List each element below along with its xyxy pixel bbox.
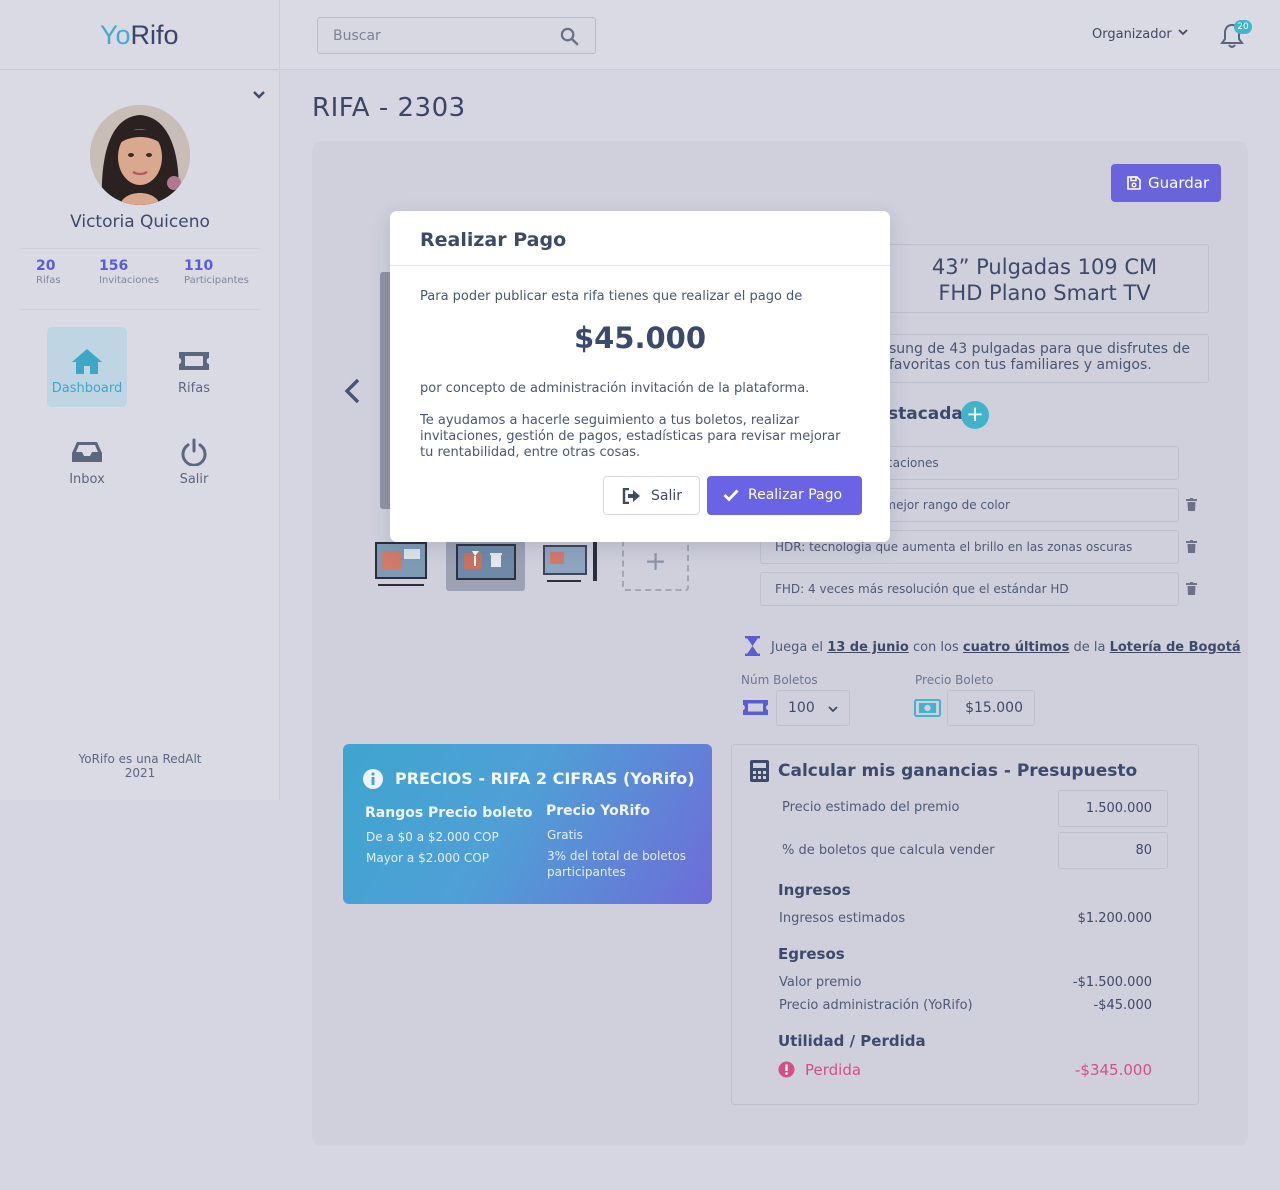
modal-title: Realizar Pago (420, 229, 567, 251)
chevron-left-icon[interactable] (343, 378, 363, 404)
chevron-down-icon (1178, 29, 1188, 36)
loss-value: -$345.000 (1075, 1061, 1152, 1079)
draw-digits-link[interactable]: cuatro últimos (963, 640, 1069, 655)
info-icon (363, 769, 383, 789)
num-tickets-label: Núm Boletos (741, 673, 818, 687)
calculator-icon (750, 760, 769, 782)
power-icon (181, 438, 207, 466)
save-icon (1127, 176, 1141, 190)
result-heading: Utilidad / Perdida (778, 1032, 926, 1050)
feature-item[interactable]: FHD: 4 veces más resolución que el están… (760, 572, 1179, 606)
save-button[interactable]: Guardar (1111, 164, 1221, 202)
notification-badge: 20 (1234, 20, 1252, 34)
stat-rifas: 20 Rifas (36, 258, 61, 286)
ticket-price-input[interactable]: $15.000 (947, 690, 1035, 726)
hourglass-icon (745, 636, 760, 656)
search-box (317, 17, 596, 54)
top-bar: YoRifo Organizador 20 (0, 0, 1280, 70)
income-heading: Ingresos (778, 881, 851, 899)
income-value: $1.200.000 (1077, 911, 1152, 926)
sign-out-icon (622, 488, 640, 504)
prize-description-field[interactable]: sung de 43 pulgadas para que disfrutes d… (880, 334, 1209, 383)
logo-area: YoRifo (0, 0, 280, 70)
add-feature-button[interactable]: + (961, 401, 989, 429)
prize-thumbnail[interactable] (541, 537, 599, 589)
payment-modal: Realizar Pago Para poder publicar esta r… (390, 211, 890, 542)
ticket-icon (179, 352, 209, 370)
loss-label: Perdida (805, 1061, 862, 1079)
trash-icon[interactable] (1186, 582, 1197, 595)
add-image-button[interactable]: + (622, 535, 689, 591)
prize-thumbnail[interactable] (372, 537, 430, 589)
role-dropdown[interactable]: Organizador (1092, 27, 1188, 42)
search-input[interactable] (318, 18, 553, 53)
chevron-down-icon[interactable] (252, 89, 266, 101)
page-title: RIFA - 2303 (312, 93, 466, 123)
nav-salir[interactable]: Salir (154, 418, 234, 498)
prize-thumbnail-selected[interactable] (446, 537, 525, 591)
exit-button[interactable]: Salir (603, 476, 700, 515)
draw-date-link[interactable]: 13 de junio (827, 640, 909, 655)
trash-icon[interactable] (1186, 498, 1197, 511)
admin-fee-value: -$45.000 (1093, 998, 1152, 1013)
search-icon[interactable] (560, 27, 579, 46)
chevron-down-icon (828, 706, 838, 713)
stat-invitaciones: 156 Invitaciones (99, 258, 160, 286)
prize-value-input[interactable]: 1.500.000 (1058, 790, 1168, 827)
money-icon (914, 699, 941, 717)
alert-icon (778, 1061, 795, 1078)
prize-title-field[interactable]: 43” Pulgadas 109 CM FHD Plano Smart TV (880, 244, 1209, 313)
sidebar-footer: YoRifo es una RedAlt 2021 (78, 752, 202, 780)
user-stats: 20 Rifas 156 Invitaciones 110 Participan… (20, 248, 260, 310)
home-icon (72, 349, 102, 374)
sidebar: Victoria Quiceno 20 Rifas 156 Invitacion… (0, 71, 280, 800)
lottery-link[interactable]: Lotería de Bogotá (1110, 640, 1241, 655)
avatar[interactable] (90, 105, 190, 205)
ticket-icon (743, 700, 768, 715)
num-tickets-select[interactable]: 100 (776, 690, 850, 726)
nav-rifas[interactable]: Rifas (154, 327, 234, 407)
pricing-col-price: Precio YoRifo (546, 803, 651, 819)
inbox-icon (72, 442, 102, 462)
modal-body-text: Te ayudamos a hacerle seguimiento a tus … (420, 413, 841, 460)
pay-button[interactable]: Realizar Pago (707, 476, 862, 515)
pricing-info-panel: PRECIOS - RIFA 2 CIFRAS (YoRifo) Rangos … (343, 744, 712, 904)
calculator-title: Calcular mis ganancias - Presupuesto (778, 761, 1138, 781)
ticket-price-label: Precio Boleto (915, 673, 994, 687)
draw-info: Juega el 13 de junio con los cuatro últi… (744, 636, 1241, 656)
pricing-col-ranges: Rangos Precio boleto (365, 805, 533, 821)
logo[interactable]: YoRifo (100, 20, 179, 51)
nav-dashboard[interactable]: Dashboard (47, 327, 127, 407)
stat-participantes: 110 Participantes (184, 258, 249, 286)
nav-inbox[interactable]: Inbox (47, 418, 127, 498)
modal-divider (390, 265, 890, 266)
expense-heading: Egresos (778, 945, 845, 963)
percent-sold-input[interactable]: 80 (1058, 832, 1168, 869)
prize-expense-value: -$1.500.000 (1072, 975, 1152, 990)
user-name: Victoria Quiceno (70, 212, 210, 232)
check-icon (723, 489, 739, 502)
trash-icon[interactable] (1186, 540, 1197, 553)
pricing-title: PRECIOS - RIFA 2 CIFRAS (YoRifo) (395, 769, 695, 788)
earnings-calculator: Calcular mis ganancias - Presupuesto Pre… (731, 744, 1199, 1105)
payment-amount: $45.000 (573, 321, 707, 355)
